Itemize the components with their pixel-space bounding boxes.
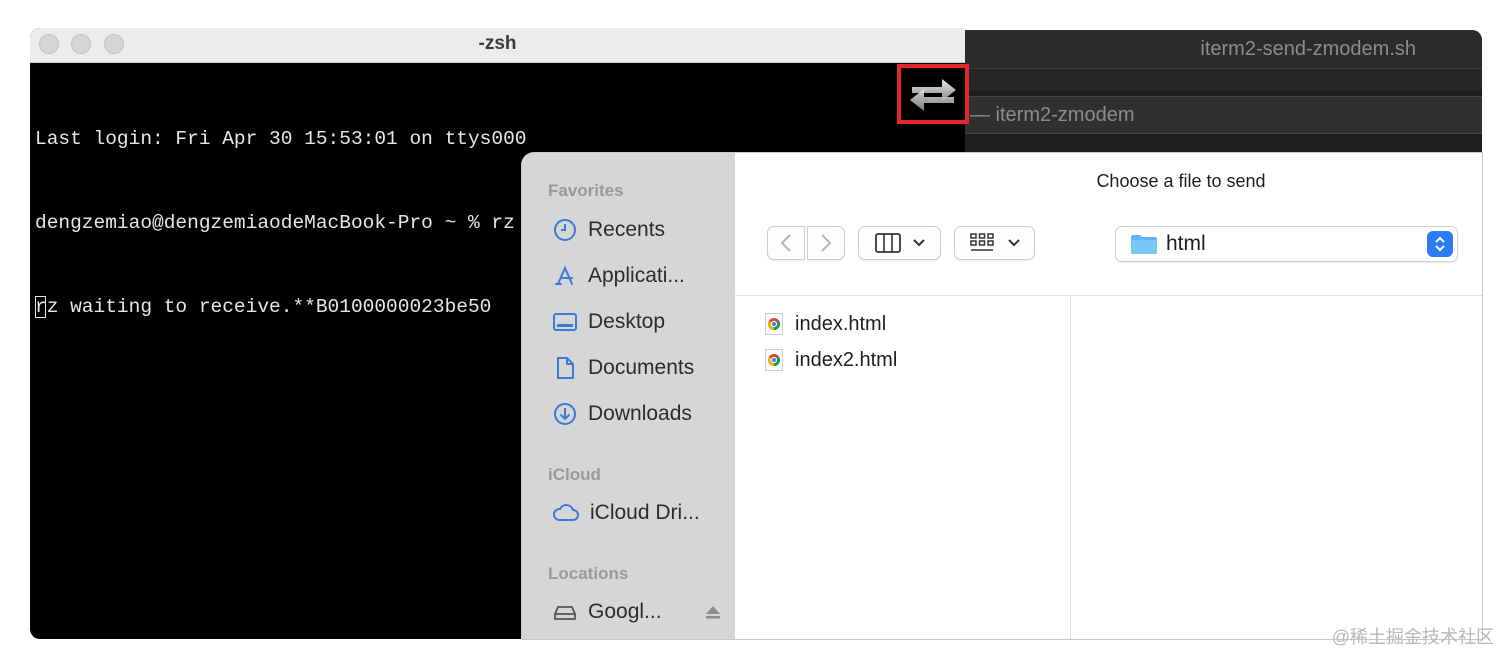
sidebar-item-downloads[interactable]: Downloads bbox=[552, 399, 732, 429]
column-divider bbox=[1070, 296, 1071, 639]
background-window-subtitle: — iterm2-zmodem bbox=[962, 96, 1482, 134]
view-mode-button[interactable] bbox=[858, 226, 941, 260]
watermark: @稀土掘金技术社区 bbox=[1331, 627, 1494, 647]
file-item[interactable]: index2.html bbox=[765, 347, 897, 373]
group-button[interactable] bbox=[954, 226, 1035, 260]
chevron-down-icon bbox=[1007, 239, 1020, 247]
sidebar-item-label: Downloads bbox=[588, 402, 692, 425]
file-open-dialog[interactable]: Favorites Recents Applicati... Desktop D… bbox=[522, 153, 1482, 639]
location-popup[interactable]: html bbox=[1115, 226, 1458, 262]
terminal-title: -zsh bbox=[478, 33, 517, 54]
drive-icon bbox=[554, 606, 576, 620]
transfer-arrows-icon bbox=[910, 79, 956, 111]
location-stepper[interactable] bbox=[1427, 231, 1453, 257]
sidebar-item-label: Desktop bbox=[588, 310, 666, 333]
file-browser: Choose a file to send html index.html in… bbox=[735, 153, 1482, 639]
sidebar-item-recents[interactable]: Recents bbox=[552, 215, 732, 245]
sidebar-item-icloud-drive[interactable]: iCloud Dri... bbox=[552, 498, 732, 528]
sidebar-item-label: Recents bbox=[588, 218, 666, 241]
eject-icon[interactable] bbox=[704, 604, 722, 620]
file-name: index2.html bbox=[795, 348, 898, 371]
file-name: index.html bbox=[795, 312, 887, 335]
location-label: html bbox=[1166, 232, 1206, 255]
terminal-titlebar[interactable]: -zsh bbox=[30, 28, 965, 63]
sidebar: Favorites Recents Applicati... Desktop D… bbox=[522, 153, 735, 639]
chrome-icon bbox=[765, 313, 783, 335]
sidebar-section-locations: Locations bbox=[548, 564, 629, 583]
clock-icon bbox=[554, 219, 576, 241]
sidebar-item-label: Documents bbox=[588, 356, 695, 379]
dialog-title: Choose a file to send bbox=[1096, 171, 1266, 191]
cloud-icon bbox=[553, 504, 579, 521]
back-button[interactable] bbox=[767, 226, 805, 260]
sidebar-item-desktop[interactable]: Desktop bbox=[552, 307, 732, 337]
sidebar-item-label: Googl... bbox=[588, 600, 662, 623]
desktop-icon bbox=[553, 313, 577, 331]
columns-view-icon bbox=[874, 233, 901, 253]
divider bbox=[735, 295, 1482, 296]
sidebar-item-label: iCloud Dri... bbox=[590, 501, 700, 524]
sidebar-item-documents[interactable]: Documents bbox=[552, 353, 732, 383]
sidebar-section-favorites: Favorites bbox=[548, 181, 624, 200]
sidebar-item-label: Applicati... bbox=[588, 264, 685, 287]
chevron-left-icon bbox=[780, 234, 791, 252]
file-item[interactable]: index.html bbox=[765, 311, 886, 337]
chevron-right-icon bbox=[821, 234, 832, 252]
terminal-line: rz waiting to receive.**B0100000023be50 bbox=[35, 296, 492, 318]
terminal-cursor bbox=[35, 296, 46, 318]
chevron-down-icon bbox=[912, 239, 925, 247]
sidebar-item-applications[interactable]: Applicati... bbox=[552, 261, 732, 291]
transfer-highlight-box bbox=[897, 64, 969, 124]
applications-icon bbox=[555, 265, 573, 285]
document-icon bbox=[557, 357, 574, 379]
background-window-title: iterm2-send-zmodem.sh bbox=[962, 30, 1482, 68]
grid-icon bbox=[969, 233, 994, 251]
sidebar-item-google-drive[interactable]: Googl... bbox=[552, 597, 722, 627]
forward-button[interactable] bbox=[807, 226, 845, 260]
download-icon bbox=[554, 403, 576, 425]
terminal-line: Last login: Fri Apr 30 15:53:01 on ttys0… bbox=[35, 128, 527, 150]
up-down-chevron-icon bbox=[1435, 236, 1445, 252]
sidebar-section-icloud: iCloud bbox=[548, 465, 601, 484]
folder-icon bbox=[1131, 235, 1157, 254]
chrome-icon bbox=[765, 349, 783, 371]
